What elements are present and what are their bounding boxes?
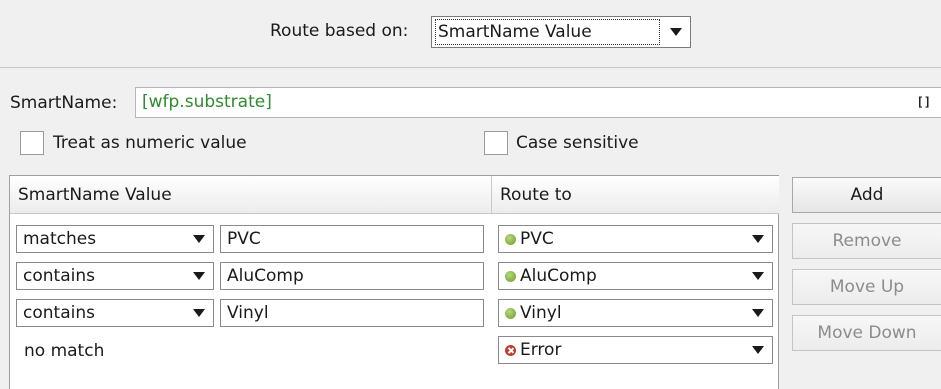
route-to-value: Vinyl: [520, 303, 562, 323]
green-dot-icon: [505, 233, 516, 245]
operator-select[interactable]: matches: [16, 225, 214, 253]
numeric-value-checkbox[interactable]: [20, 131, 44, 155]
move-up-button[interactable]: Move Up: [792, 269, 941, 305]
chevron-down-icon: [670, 28, 682, 36]
route-to-select[interactable]: AluComp: [498, 262, 773, 290]
route-to-select[interactable]: Vinyl: [498, 299, 773, 327]
operator-value: matches: [23, 229, 97, 249]
route-based-on-label: Route based on:: [270, 21, 409, 41]
chevron-down-icon: [752, 235, 764, 243]
route-to-value: PVC: [520, 229, 554, 249]
add-button[interactable]: Add: [792, 177, 941, 213]
chevron-down-icon: [193, 309, 205, 317]
route-to-select[interactable]: PVC: [498, 225, 773, 253]
chevron-down-icon: [752, 346, 764, 354]
match-value-input[interactable]: AluComp: [220, 262, 484, 290]
match-value-input[interactable]: PVC: [220, 225, 484, 253]
move-down-button[interactable]: Move Down: [792, 315, 941, 351]
error-icon: [505, 344, 516, 356]
case-sensitive-label: Case sensitive: [516, 133, 639, 153]
numeric-value-label: Treat as numeric value: [53, 133, 247, 153]
operator-select[interactable]: contains: [16, 262, 214, 290]
chevron-down-icon: [752, 309, 764, 317]
routing-table: SmartName Value Route to matches PVC PVC…: [9, 175, 779, 389]
smartname-input[interactable]: [wfp.substrate]: [135, 87, 941, 118]
column-header-route-to[interactable]: Route to: [492, 176, 779, 214]
case-sensitive-checkbox[interactable]: [484, 131, 508, 155]
operator-select[interactable]: contains: [16, 299, 214, 327]
operator-value: contains: [23, 266, 95, 286]
remove-button[interactable]: Remove: [792, 223, 941, 259]
match-value-input[interactable]: Vinyl: [220, 299, 484, 327]
column-header-smartname-value[interactable]: SmartName Value: [10, 176, 492, 214]
no-match-label: no match: [24, 341, 105, 361]
route-based-on-value: SmartName Value: [435, 19, 660, 45]
operator-value: contains: [23, 303, 95, 323]
route-to-value: Error: [520, 340, 562, 360]
chevron-down-icon: [752, 272, 764, 280]
smartname-label: SmartName:: [10, 93, 118, 113]
chevron-down-icon: [193, 235, 205, 243]
green-dot-icon: [505, 270, 516, 282]
route-based-on-select[interactable]: SmartName Value: [431, 16, 691, 48]
green-dot-icon: [505, 307, 516, 319]
no-match-route-select[interactable]: Error: [498, 336, 773, 364]
chevron-down-icon: [193, 272, 205, 280]
brackets-icon[interactable]: []: [917, 88, 931, 117]
route-to-value: AluComp: [520, 266, 597, 286]
